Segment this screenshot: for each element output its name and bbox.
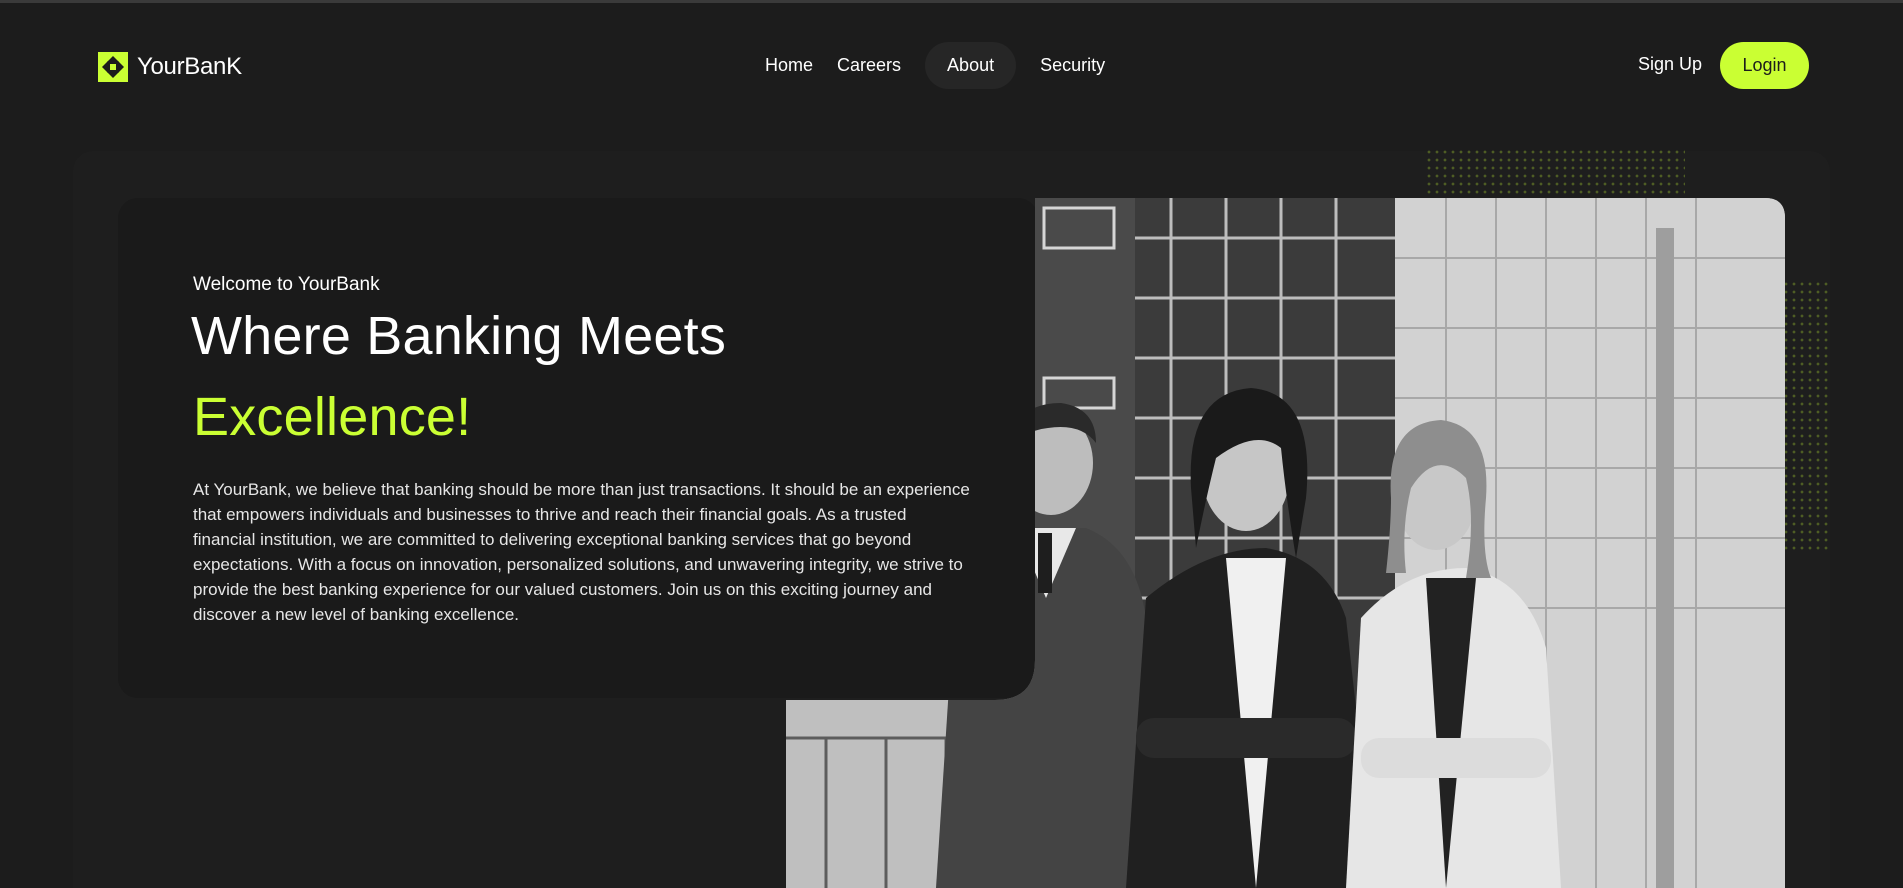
main-nav: Home Careers About Security — [753, 42, 1117, 89]
nav-item-home[interactable]: Home — [753, 42, 825, 89]
sign-up-link[interactable]: Sign Up — [1638, 54, 1702, 75]
hero-welcome-text: Welcome to YourBank — [193, 274, 380, 295]
brand-logo[interactable]: YourBanK — [97, 51, 242, 83]
decorative-dots-top — [1425, 148, 1685, 196]
hero-headline: Where Banking Meets — [191, 306, 727, 366]
nav-item-security[interactable]: Security — [1028, 42, 1117, 89]
nav-item-about[interactable]: About — [925, 42, 1017, 89]
brand-name: YourBanK — [137, 53, 242, 80]
site-header: YourBanK Home Careers About Security Sig… — [0, 3, 1903, 127]
login-button[interactable]: Login — [1720, 42, 1809, 89]
decorative-dots-right — [1782, 280, 1832, 550]
team-photo-icon — [786, 198, 1785, 888]
diamond-grid-logo-icon — [98, 52, 128, 82]
nav-item-careers[interactable]: Careers — [825, 42, 913, 89]
hero-headline-accent: Excellence! — [193, 387, 472, 447]
